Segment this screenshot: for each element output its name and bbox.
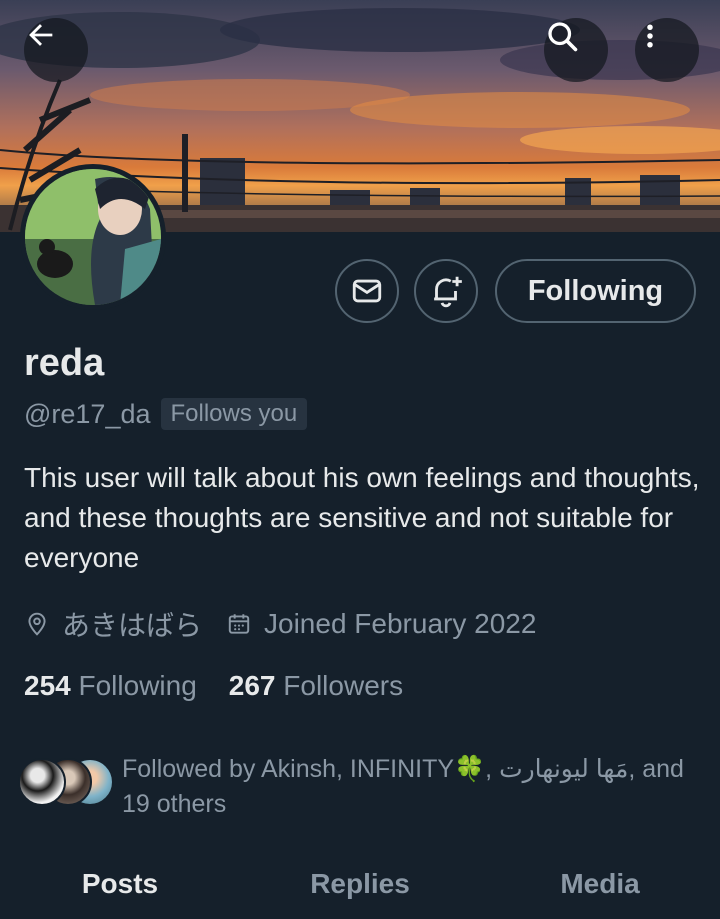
mail-icon — [352, 279, 382, 303]
following-stat[interactable]: 254 Following — [24, 670, 197, 702]
more-vertical-icon — [647, 24, 653, 48]
profile-bio: This user will talk about his own feelin… — [24, 462, 700, 573]
followed-by-text: Followed by Akinsh, INFINITY🍀, مَها ليون… — [122, 755, 684, 818]
follows-you-badge: Follows you — [160, 398, 308, 430]
joined-item: Joined February 2022 — [226, 608, 536, 640]
followers-count: 267 — [228, 670, 276, 701]
arrow-left-icon — [29, 24, 53, 46]
avatar — [18, 758, 66, 806]
follow-stats: 254 Following 267 Followers — [24, 670, 435, 702]
search-icon — [548, 22, 578, 52]
tab-replies[interactable]: Replies — [240, 862, 480, 919]
profile-tabs: Posts Replies Media — [0, 862, 720, 919]
display-name: reda — [24, 342, 105, 384]
profile-meta: あきはばら Joined February 2022 — [24, 604, 560, 644]
tab-posts[interactable]: Posts — [0, 862, 240, 919]
avatar-image — [25, 169, 161, 305]
mutual-followers-avatars — [18, 758, 114, 808]
message-button[interactable] — [335, 259, 399, 323]
joined-date-text: Joined February 2022 — [264, 608, 537, 639]
handle-row: @re17_da Follows you — [24, 398, 308, 430]
username-handle: @re17_da — [24, 398, 151, 429]
calendar-icon — [228, 614, 250, 634]
following-button[interactable]: Following — [495, 259, 696, 323]
location-item: あきはばら — [24, 604, 202, 644]
back-button[interactable] — [24, 18, 88, 82]
followers-stat[interactable]: 267 Followers — [229, 670, 403, 702]
followed-by-section[interactable]: Followed by Akinsh, INFINITY🍀, مَها ليون… — [18, 752, 708, 822]
notifications-button[interactable] — [414, 259, 478, 323]
following-label: Following — [78, 670, 197, 701]
location-pin-icon — [28, 612, 46, 636]
profile-avatar[interactable] — [20, 164, 166, 310]
bell-plus-icon — [434, 276, 462, 308]
tab-media[interactable]: Media — [480, 862, 720, 919]
location-text: あきはばら — [62, 610, 203, 641]
more-options-button[interactable] — [635, 18, 699, 82]
following-count: 254 — [24, 670, 71, 701]
followers-label: Followers — [283, 670, 404, 701]
search-button[interactable] — [544, 18, 608, 82]
